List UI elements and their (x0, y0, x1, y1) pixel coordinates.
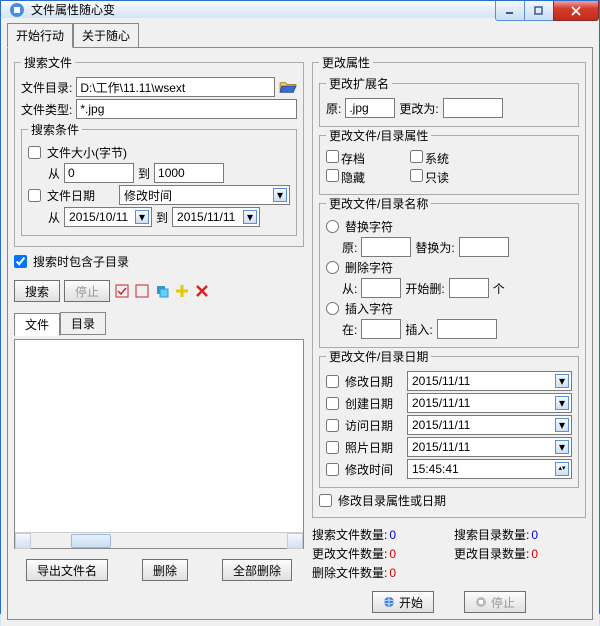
check-all-icon[interactable] (114, 283, 130, 299)
uncheck-all-icon[interactable] (134, 283, 150, 299)
ext-group: 更改扩展名 原: 更改为: (319, 75, 579, 127)
accessdate-combo[interactable]: 2015/11/11▾ (407, 415, 572, 435)
date-kind-combo[interactable]: 修改时间▾ (119, 185, 290, 205)
size-from-input[interactable] (64, 163, 134, 183)
app-icon (9, 2, 25, 18)
tab-start[interactable]: 开始行动 (7, 23, 73, 48)
replace-to-input[interactable] (459, 237, 509, 257)
app-window: 文件属性随心变 开始行动 关于随心 搜索文件 文件目录: (0, 0, 600, 614)
stat-dfile: 0 (389, 566, 396, 580)
date-cb-label: 文件日期 (47, 187, 95, 204)
photodate-cb[interactable] (326, 441, 339, 454)
stat-cfile: 0 (389, 547, 396, 561)
stats-panel: 搜索文件数量:0 搜索目录数量:0 更改文件数量:0 更改目录数量:0 删除文件… (312, 526, 586, 581)
attr-group: 更改属性 更改扩展名 原: 更改为: 更改文件/目录属性 存 (312, 54, 586, 518)
to-label: 到 (138, 165, 150, 182)
accessdate-cb[interactable] (326, 419, 339, 432)
stat-cdir: 0 (531, 547, 538, 561)
dirattr-cb[interactable] (319, 494, 332, 507)
archive-checkbox[interactable] (326, 150, 339, 163)
tab-about[interactable]: 关于随心 (73, 23, 139, 48)
result-listbox[interactable] (14, 339, 304, 549)
subtab-dir[interactable]: 目录 (60, 312, 106, 335)
maximize-button[interactable] (524, 1, 554, 21)
insert-at-input[interactable] (361, 319, 401, 339)
attr-legend: 更改属性 (319, 54, 373, 71)
search-group: 搜索文件 文件目录: 文件类型: 搜索条件 文件大小(字节) (14, 54, 304, 247)
size-to-input[interactable] (154, 163, 224, 183)
delete-all-button[interactable]: 全部删除 (222, 559, 292, 581)
dir-label: 文件目录: (21, 79, 72, 96)
date-group: 更改文件/目录日期 修改日期2015/11/11▾ 创建日期2015/11/11… (319, 348, 579, 488)
hidden-checkbox[interactable] (326, 169, 339, 182)
type-label: 文件类型: (21, 101, 72, 118)
stat-sfile: 0 (389, 528, 396, 542)
delete-radio[interactable] (326, 261, 339, 274)
size-label: 文件大小(字节) (47, 144, 127, 161)
delete-button[interactable]: 删除 (142, 559, 188, 581)
close-button[interactable] (553, 1, 599, 21)
from-label: 从 (48, 165, 60, 182)
search-legend: 搜索文件 (21, 54, 75, 71)
replace-orig-input[interactable] (361, 237, 411, 257)
scroll-left-icon[interactable] (15, 533, 31, 549)
del-from-input[interactable] (361, 278, 401, 298)
system-checkbox[interactable] (410, 150, 423, 163)
remove-icon[interactable] (194, 283, 210, 299)
date-from-combo[interactable]: 2015/10/11▾ (64, 207, 152, 227)
stop-search-button[interactable]: 停止 (64, 280, 110, 302)
date-to-combo[interactable]: 2015/11/11▾ (172, 207, 260, 227)
chevron-down-icon: ▾ (243, 210, 257, 224)
add-icon[interactable] (174, 283, 190, 299)
stat-sdir: 0 (531, 528, 538, 542)
scroll-right-icon[interactable] (287, 533, 303, 549)
del-count-input[interactable] (449, 278, 489, 298)
copy-icon[interactable] (154, 283, 170, 299)
stop-button[interactable]: 停止 (464, 591, 526, 613)
insert-text-input[interactable] (437, 319, 497, 339)
rename-group: 更改文件/目录名称 替换字符 原: 替换为: 删除字符 从: 开始删: 个 插入… (319, 195, 579, 348)
search-button[interactable]: 搜索 (14, 280, 60, 302)
folder-open-icon[interactable] (279, 80, 297, 94)
ext-to-input[interactable] (443, 98, 503, 118)
stop-icon (475, 596, 487, 608)
ext-orig-input[interactable] (345, 98, 395, 118)
fileattr-group: 更改文件/目录属性 存档 系统 隐藏 只读 (319, 127, 579, 195)
dir-input[interactable] (76, 77, 275, 97)
globe-icon (383, 596, 395, 608)
minimize-button[interactable] (495, 1, 525, 21)
start-button[interactable]: 开始 (372, 591, 434, 613)
cond-legend: 搜索条件 (28, 121, 82, 138)
chevron-down-icon: ▾ (273, 188, 287, 202)
chevron-down-icon: ▾ (135, 210, 149, 224)
modtime-combo[interactable]: 15:45:41▴▾ (407, 459, 572, 479)
subtab-file[interactable]: 文件 (14, 313, 60, 336)
photodate-combo[interactable]: 2015/11/11▾ (407, 437, 572, 457)
modtime-cb[interactable] (326, 463, 339, 476)
export-button[interactable]: 导出文件名 (26, 559, 108, 581)
scrollbar-horizontal[interactable] (15, 532, 303, 548)
subdir-checkbox[interactable] (14, 255, 27, 268)
scroll-thumb[interactable] (71, 534, 111, 548)
moddate-cb[interactable] (326, 375, 339, 388)
readonly-checkbox[interactable] (410, 169, 423, 182)
insert-radio[interactable] (326, 302, 339, 315)
condition-group: 搜索条件 文件大小(字节) 从 到 文件日期 修改时间▾ (21, 121, 297, 236)
main-tabs: 开始行动 关于随心 (7, 22, 593, 47)
createdate-combo[interactable]: 2015/11/11▾ (407, 393, 572, 413)
date-checkbox[interactable] (28, 189, 41, 202)
moddate-combo[interactable]: 2015/11/11▾ (407, 371, 572, 391)
titlebar: 文件属性随心变 (1, 1, 599, 18)
subdir-label: 搜索时包含子目录 (33, 253, 129, 270)
replace-radio[interactable] (326, 220, 339, 233)
size-checkbox[interactable] (28, 146, 41, 159)
createdate-cb[interactable] (326, 397, 339, 410)
type-input[interactable] (76, 99, 297, 119)
